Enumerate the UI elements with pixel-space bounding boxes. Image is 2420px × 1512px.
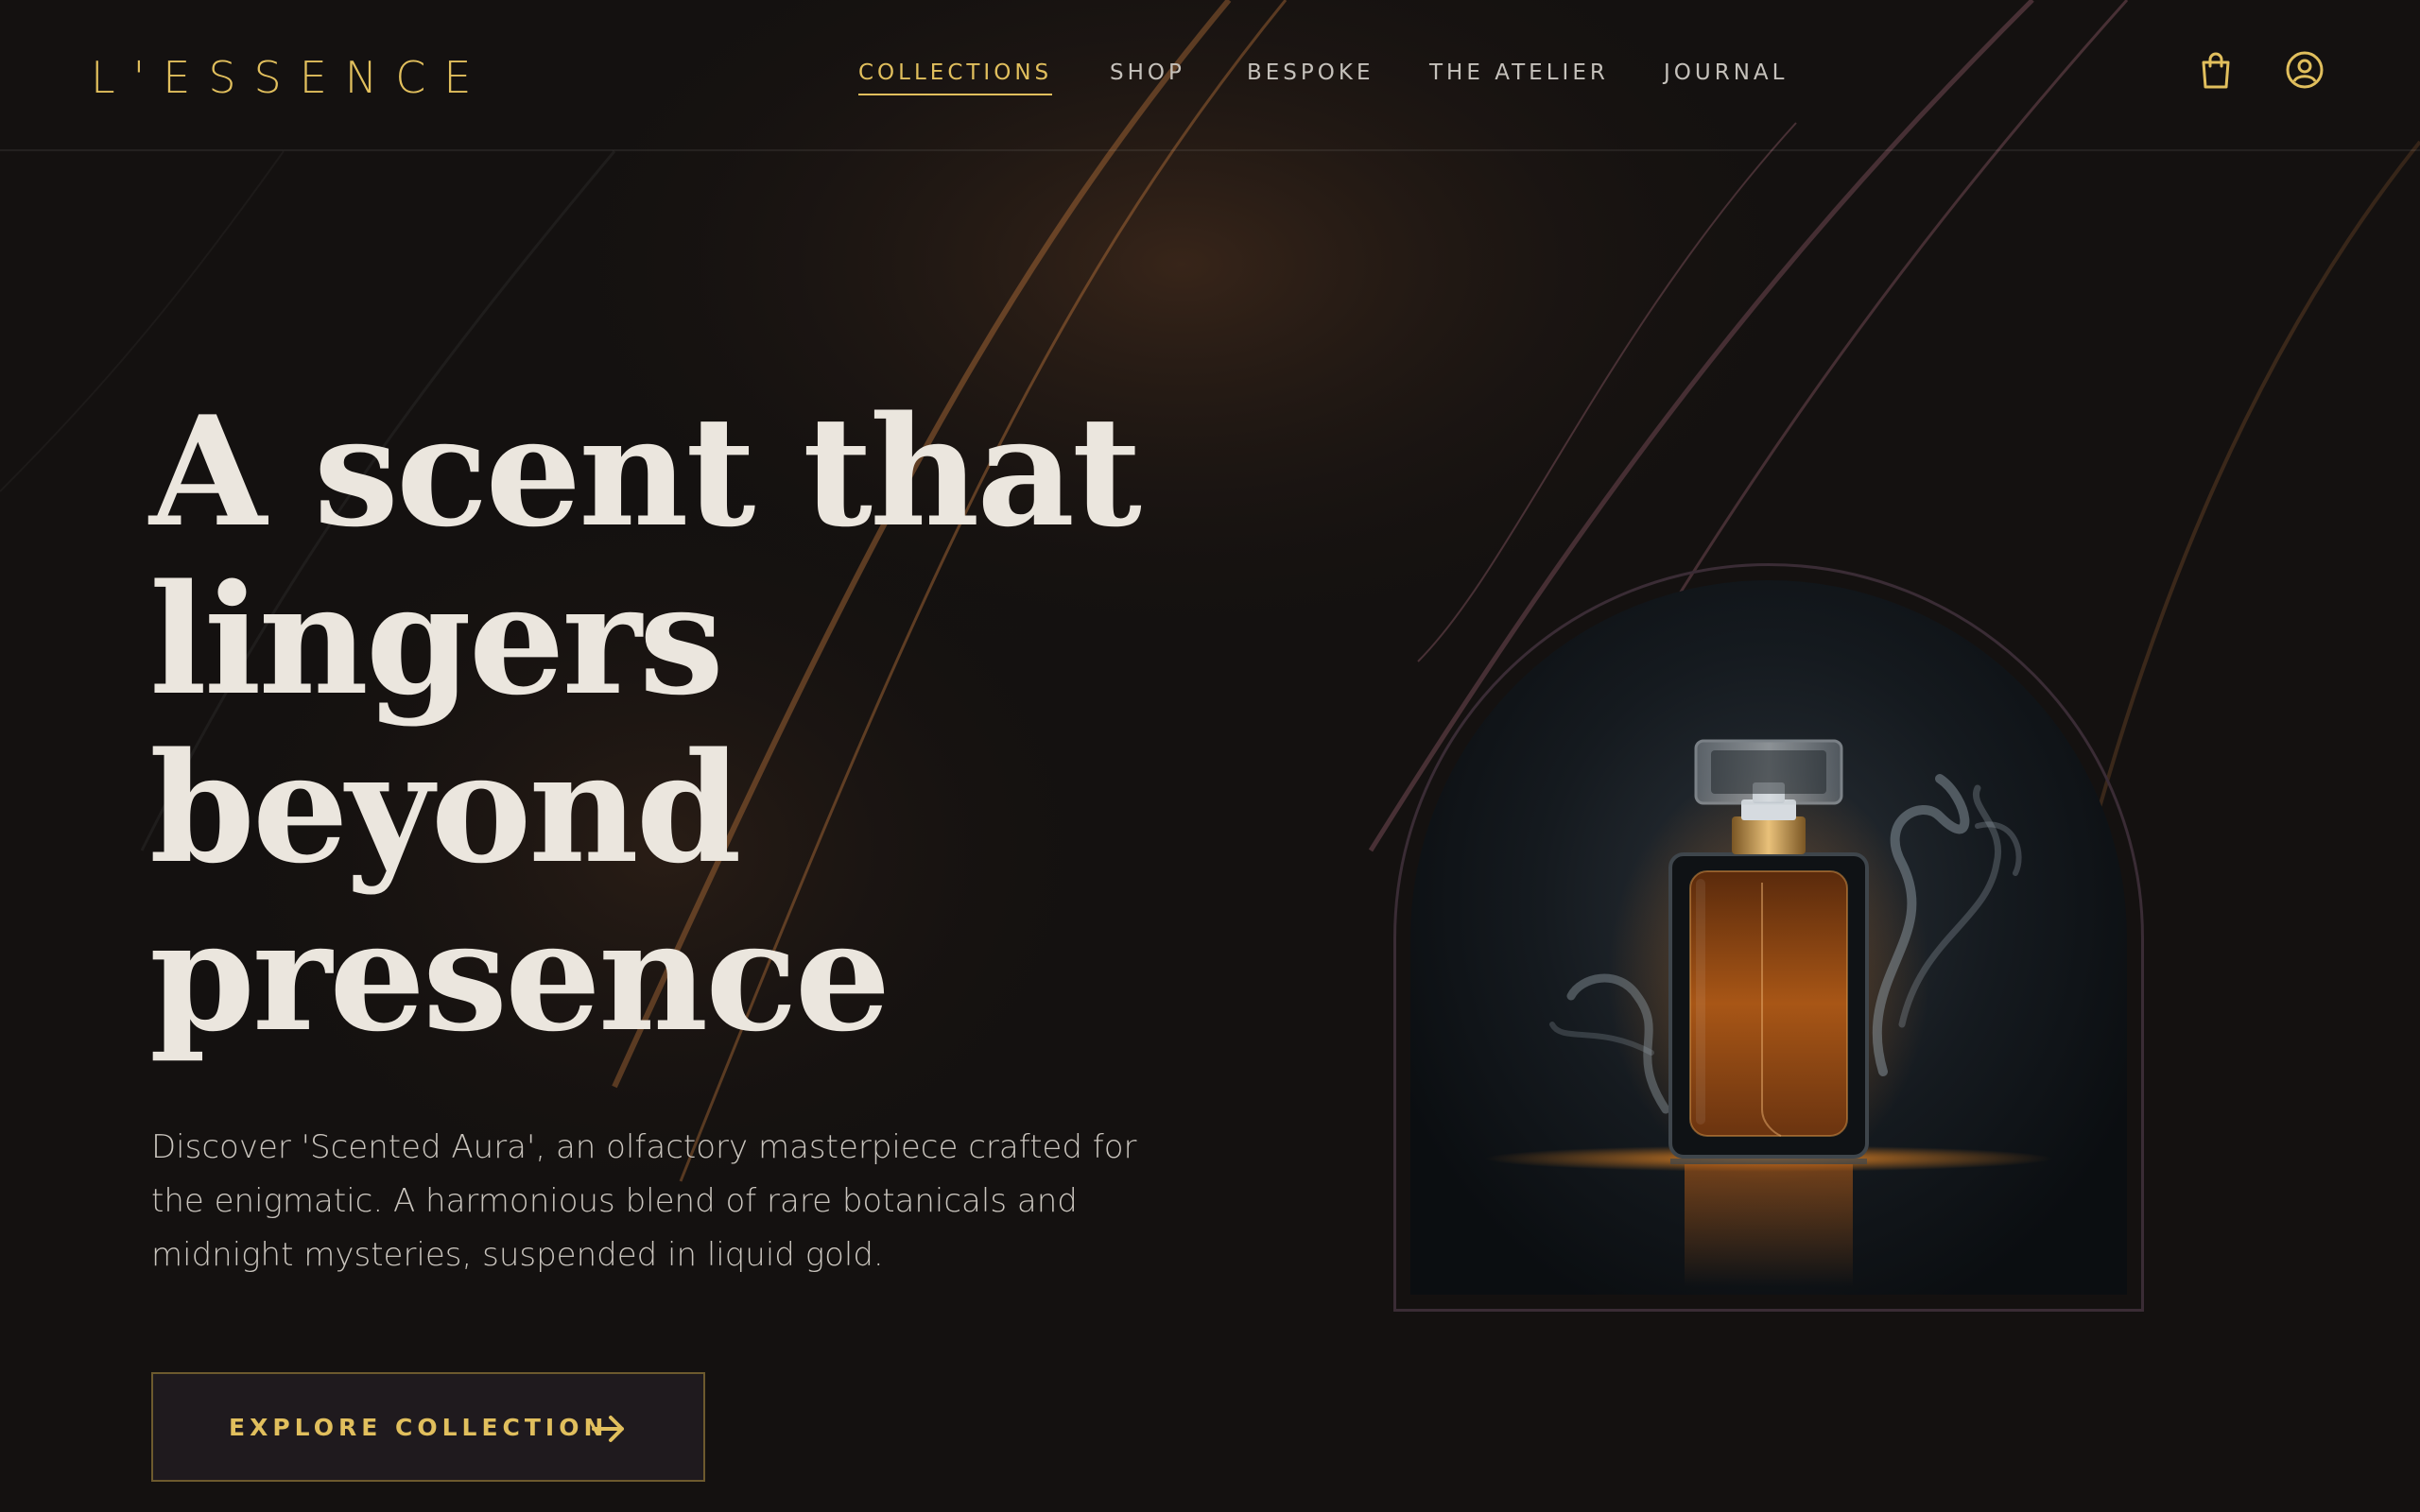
nav-item-the-atelier[interactable]: THE ATELIER xyxy=(1429,55,1609,91)
nav-item-shop[interactable]: SHOP xyxy=(1110,55,1185,91)
hero-title-line: A scent that xyxy=(149,383,1142,560)
site-header: L'ESSENCE COLLECTIONS SHOP BESPOKE THE A… xyxy=(0,0,2420,151)
brand-logo[interactable]: L'ESSENCE xyxy=(91,49,489,106)
hero-title-line: lingers xyxy=(149,551,724,729)
hero-title-line: presence xyxy=(149,887,890,1065)
shopping-bag-icon[interactable] xyxy=(2195,49,2237,91)
hero-title: A scent that lingers beyond presence xyxy=(149,387,1189,1060)
user-account-icon[interactable] xyxy=(2284,49,2325,91)
cta-label: EXPLORE COLLECTION xyxy=(229,1413,609,1441)
perfume-bottle-illustration xyxy=(1485,739,2052,1287)
product-image xyxy=(1410,580,2127,1295)
nav-item-collections[interactable]: COLLECTIONS xyxy=(858,55,1053,95)
hero-description: Discover 'Scented Aura', an olfactory ma… xyxy=(151,1128,1137,1274)
explore-collection-button[interactable]: EXPLORE COLLECTION xyxy=(151,1372,705,1482)
nav-item-journal[interactable]: JOURNAL xyxy=(1664,55,1788,91)
nav-item-bespoke[interactable]: BESPOKE xyxy=(1247,55,1374,91)
arrow-right-icon xyxy=(592,1416,624,1442)
hero-title-line: beyond xyxy=(149,719,742,897)
